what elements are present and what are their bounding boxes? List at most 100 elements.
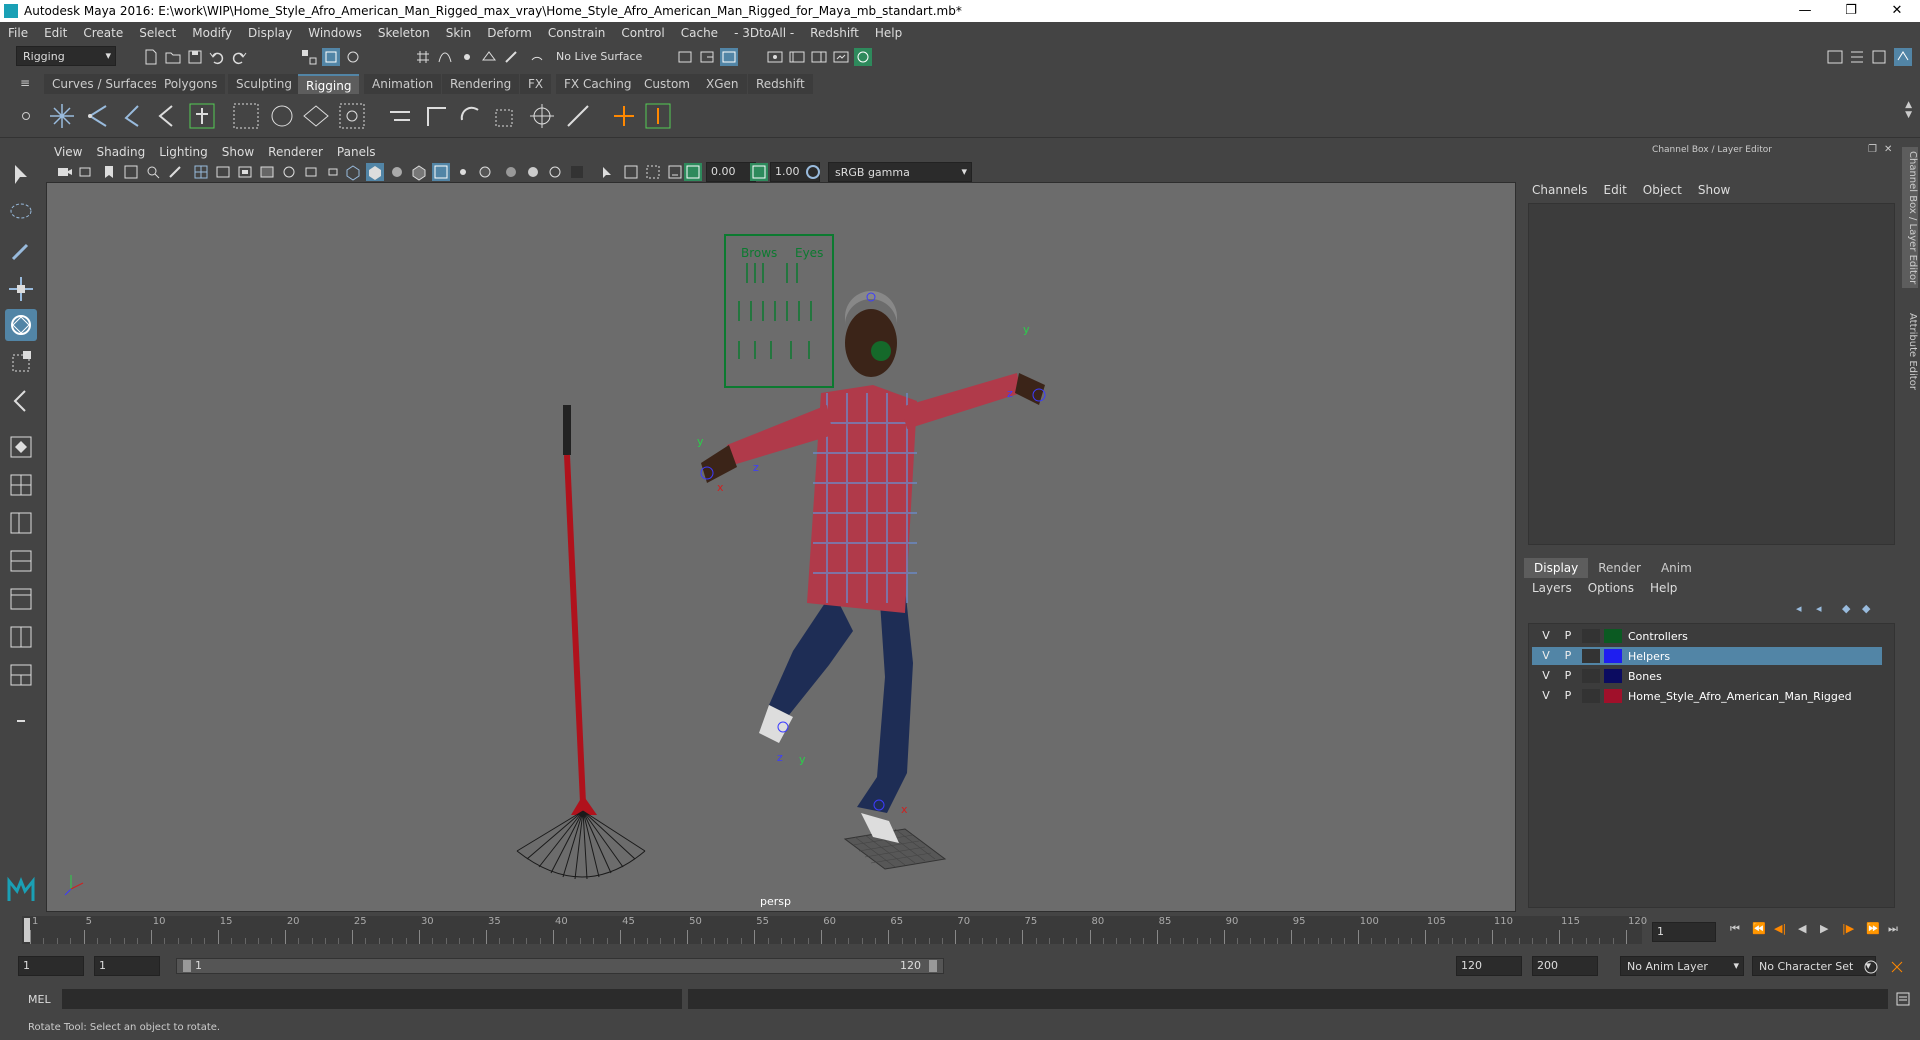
motion-blur-icon[interactable] [524, 163, 542, 181]
render-frame-icon[interactable] [788, 48, 806, 66]
float-panel-icon[interactable]: ❐ [1868, 144, 1877, 155]
menu-help[interactable]: Help [875, 26, 902, 40]
hypershade-layout-icon[interactable] [5, 583, 37, 615]
wireframe-on-shaded-icon[interactable] [410, 163, 428, 181]
shelf-tab-animation[interactable]: Animation [364, 74, 442, 94]
hik-character-icon[interactable] [642, 100, 674, 132]
panel-menu-view[interactable]: View [54, 145, 82, 159]
shelf-tab-curves-surfaces[interactable]: Curves / Surfaces [44, 74, 166, 94]
range-end-handle[interactable] [929, 960, 937, 972]
smooth-shade-icon[interactable] [366, 163, 384, 181]
menu-windows[interactable]: Windows [308, 26, 362, 40]
go-to-end-icon[interactable]: ⏭ [1888, 922, 1898, 936]
shadows-icon[interactable] [476, 163, 494, 181]
side-tab-channel-box[interactable]: Channel Box / Layer Editor [1902, 147, 1918, 289]
layer-visibility-toggle[interactable]: V [1538, 689, 1554, 703]
panel-menu-shading[interactable]: Shading [96, 145, 145, 159]
menu-control[interactable]: Control [621, 26, 664, 40]
color-management-icon[interactable] [804, 163, 822, 181]
render-settings-icon[interactable] [832, 48, 850, 66]
facial-controls-chart[interactable]: Brows Eyes [724, 234, 834, 388]
toggle-modeling-toolkit-icon[interactable] [1894, 48, 1912, 66]
new-scene-icon[interactable] [142, 48, 160, 66]
go-to-start-icon[interactable]: ⏮ [1730, 922, 1740, 936]
shelf-tab-custom[interactable]: Custom [636, 74, 698, 94]
parent-constraint-icon[interactable] [526, 100, 558, 132]
layer-color-swatch[interactable] [1604, 649, 1622, 663]
last-tool-icon[interactable] [5, 385, 37, 417]
restore-button[interactable]: ❐ [1828, 0, 1874, 22]
shelf-tab-rigging[interactable]: Rigging [298, 74, 360, 94]
toggle-channel-box-icon[interactable] [1870, 48, 1888, 66]
layer-row[interactable]: V P Bones [1532, 667, 1882, 685]
layer-color-swatch[interactable] [1604, 629, 1622, 643]
menu-file[interactable]: File [8, 26, 28, 40]
layer-display-type[interactable] [1582, 669, 1600, 683]
insert-joint-icon[interactable] [82, 100, 114, 132]
minimize-button[interactable]: — [1782, 0, 1828, 22]
bookmarks-icon[interactable] [100, 163, 118, 181]
step-forward-frame-icon[interactable]: |▶ [1842, 922, 1854, 935]
rigged-character-model[interactable]: y z x y z z y x [697, 291, 1046, 843]
camera-attributes-icon[interactable] [78, 163, 96, 181]
snap-grid-icon[interactable] [414, 48, 432, 66]
move-tool-icon[interactable] [5, 273, 37, 305]
xray-icon[interactable] [432, 163, 450, 181]
new-layer-from-selected-icon[interactable]: ◆ [1862, 602, 1870, 615]
toolbox-more-icon[interactable] [5, 705, 37, 737]
close-button[interactable]: ✕ [1874, 0, 1920, 22]
panel-menu-show[interactable]: Show [222, 145, 254, 159]
side-tab-attribute-editor[interactable]: Attribute Editor [1902, 309, 1918, 394]
depth-of-field-icon[interactable] [568, 163, 586, 181]
twod-pan-zoom-icon[interactable] [144, 163, 162, 181]
layer-tab-anim[interactable]: Anim [1651, 558, 1702, 578]
persp-outliner-layout-icon[interactable] [5, 507, 37, 539]
shelf-tab-redshift[interactable]: Redshift [748, 74, 813, 94]
menu-constrain[interactable]: Constrain [548, 26, 606, 40]
layer-playback-toggle[interactable]: P [1560, 649, 1576, 663]
exposure-icon[interactable] [684, 163, 702, 181]
shelf-scroll-icon[interactable]: ▲ ▼ [1905, 100, 1912, 120]
scale-tool-icon[interactable] [5, 347, 37, 379]
pole-vector-icon[interactable] [562, 100, 594, 132]
exposure-field[interactable]: 0.00 [706, 162, 756, 182]
cb-menu-channels[interactable]: Channels [1532, 183, 1588, 197]
rotate-tool-icon[interactable] [5, 309, 37, 341]
step-back-frame-icon[interactable]: ◀| [1774, 922, 1786, 935]
snap-live-icon[interactable] [502, 48, 520, 66]
isolate-select-icon[interactable] [598, 163, 616, 181]
frame-all-icon[interactable] [622, 163, 640, 181]
hypershade-icon[interactable] [854, 48, 872, 66]
layer-tab-display[interactable]: Display [1524, 558, 1589, 578]
layer-row[interactable]: V P Helpers [1532, 647, 1882, 665]
layer-tab-render[interactable]: Render [1588, 558, 1651, 578]
snap-point-icon[interactable] [458, 48, 476, 66]
open-scene-icon[interactable] [164, 48, 182, 66]
render-view-icon[interactable] [766, 48, 784, 66]
anti-aliasing-icon[interactable] [546, 163, 564, 181]
menu-redshift[interactable]: Redshift [810, 26, 859, 40]
wireframe-icon[interactable] [344, 163, 362, 181]
resolution-gate-icon[interactable] [236, 163, 254, 181]
camera-select-icon[interactable] [56, 163, 74, 181]
script-editor-icon[interactable] [1894, 990, 1912, 1008]
layer-playback-toggle[interactable]: P [1560, 669, 1576, 683]
construction-history-icon[interactable] [720, 48, 738, 66]
field-chart-icon[interactable] [280, 163, 298, 181]
hud-icon[interactable] [666, 163, 684, 181]
command-language-label[interactable]: MEL [28, 993, 51, 1006]
safe-title-icon[interactable] [324, 163, 342, 181]
panel-menu-panels[interactable]: Panels [337, 145, 376, 159]
menu-edit[interactable]: Edit [44, 26, 67, 40]
menu-display[interactable]: Display [248, 26, 292, 40]
select-by-object-icon[interactable] [322, 48, 340, 66]
snap-view-plane-icon[interactable] [480, 48, 498, 66]
animation-prefs-icon[interactable] [1888, 958, 1906, 976]
screen-space-ao-icon[interactable] [502, 163, 520, 181]
ipr-render-icon[interactable] [810, 48, 828, 66]
auto-key-icon[interactable] [1862, 958, 1880, 976]
smooth-bind-icon[interactable] [266, 100, 298, 132]
layer-color-swatch[interactable] [1604, 669, 1622, 683]
shelf-options-icon[interactable] [22, 112, 30, 120]
safe-action-icon[interactable] [302, 163, 320, 181]
